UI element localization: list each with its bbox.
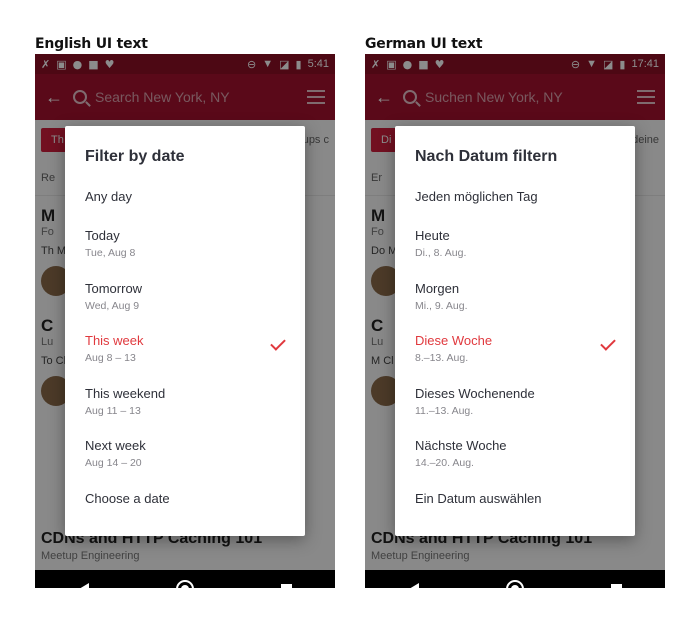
option-today[interactable]: Today Tue, Aug 8 xyxy=(85,228,295,260)
german-caption: German UI text xyxy=(365,36,483,52)
nav-recent-apps-icon[interactable] xyxy=(610,583,622,588)
nav-home-icon[interactable] xyxy=(505,580,524,588)
option-choose-date[interactable]: Choose a date xyxy=(85,491,295,507)
option-this-week[interactable]: Diese Woche 8.–13. Aug. xyxy=(415,333,625,365)
nav-home-icon[interactable] xyxy=(175,580,194,588)
nav-back-icon[interactable] xyxy=(408,583,419,588)
option-today[interactable]: Heute Di., 8. Aug. xyxy=(415,228,625,260)
dialog-title: Filter by date xyxy=(85,148,185,165)
dialog-title: Nach Datum filtern xyxy=(415,148,558,165)
navigation-bar xyxy=(35,570,335,588)
english-panel: English UI text ✗ ▣ ● ■ ♥ ⊖ ▼ ◪ ▮ 5:41 ←… xyxy=(35,34,335,588)
option-tomorrow[interactable]: Morgen Mi., 9. Aug. xyxy=(415,281,625,313)
navigation-bar xyxy=(365,570,665,588)
nav-back-icon[interactable] xyxy=(78,583,89,588)
german-phone-screen: ✗ ▣ ● ■ ♥ ⊖ ▼ ◪ ▮ 17:41 ← Suchen New Yor… xyxy=(365,54,665,588)
option-next-week[interactable]: Nächste Woche 14.–20. Aug. xyxy=(415,438,625,470)
option-this-weekend[interactable]: Dieses Wochenende 11.–13. Aug. xyxy=(415,386,625,418)
english-phone-screen: ✗ ▣ ● ■ ♥ ⊖ ▼ ◪ ▮ 5:41 ← Search New York… xyxy=(35,54,335,588)
filter-by-date-dialog: Filter by date Any day Today Tue, Aug 8 T… xyxy=(65,126,305,536)
english-caption: English UI text xyxy=(35,36,148,52)
nav-recent-apps-icon[interactable] xyxy=(280,583,292,588)
option-next-week[interactable]: Next week Aug 14 – 20 xyxy=(85,438,295,470)
option-choose-date[interactable]: Ein Datum auswählen xyxy=(415,491,625,507)
german-panel: German UI text ✗ ▣ ● ■ ♥ ⊖ ▼ ◪ ▮ 17:41 ←… xyxy=(365,34,665,588)
option-any-day[interactable]: Jeden möglichen Tag xyxy=(415,189,625,205)
option-tomorrow[interactable]: Tomorrow Wed, Aug 9 xyxy=(85,281,295,313)
filter-by-date-dialog: Nach Datum filtern Jeden möglichen Tag H… xyxy=(395,126,635,536)
option-this-weekend[interactable]: This weekend Aug 11 – 13 xyxy=(85,386,295,418)
option-any-day[interactable]: Any day xyxy=(85,189,295,205)
option-this-week[interactable]: This week Aug 8 – 13 xyxy=(85,333,295,365)
